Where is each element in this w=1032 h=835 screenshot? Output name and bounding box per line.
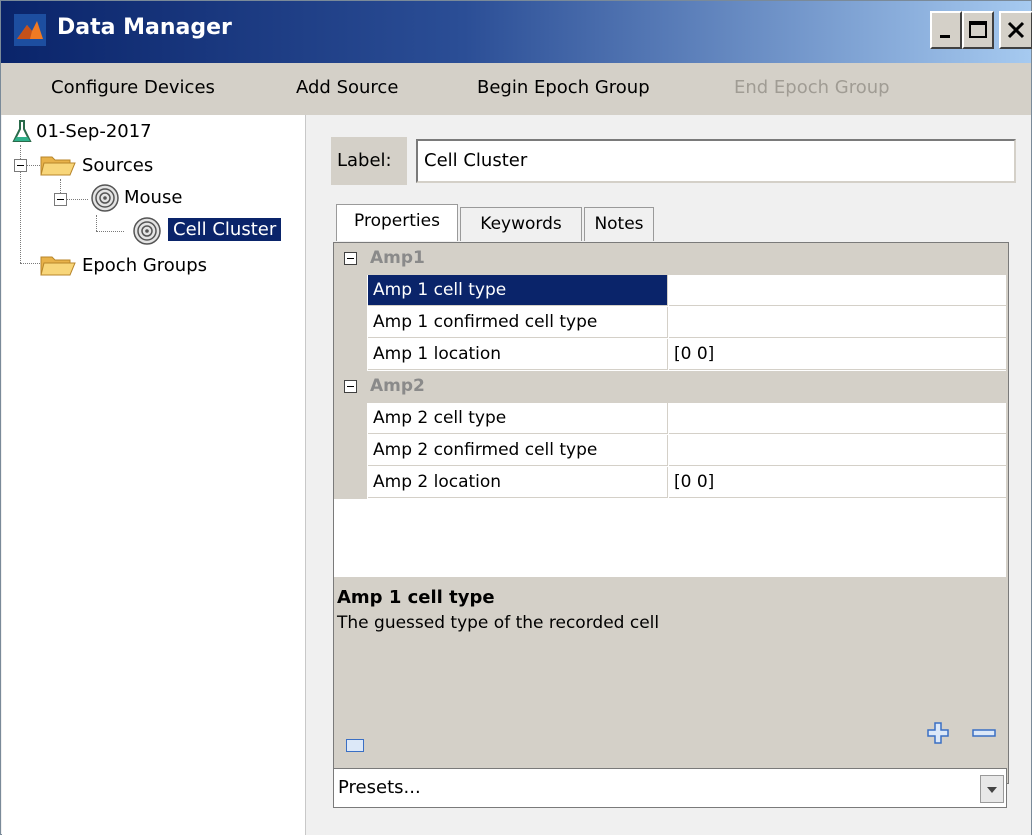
row-gutter [334,435,367,467]
presets-dropdown[interactable]: Presets... [333,768,1007,808]
category-label: Amp1 [370,248,425,268]
property-name: Amp 1 confirmed cell type [368,307,668,338]
tree-connector [66,199,88,200]
property-value[interactable]: [0 0] [669,467,1006,498]
presets-value: Presets... [338,777,421,798]
property-name: Amp 1 cell type [368,275,668,306]
chevron-down-icon[interactable] [980,775,1004,803]
row-gutter [334,307,367,339]
collapse-toggle[interactable] [344,380,357,393]
tree-label-root: 01-Sep-2017 [36,121,152,142]
tab-keywords[interactable]: Keywords [460,207,582,241]
property-name: Amp 2 cell type [368,403,668,434]
folder-icon [40,156,76,176]
property-value[interactable] [669,435,1006,466]
property-name: Amp 1 location [368,339,668,370]
tree-label-cell-cluster: Cell Cluster [166,217,283,242]
property-description: Amp 1 cell type The guessed type of the … [334,577,1006,701]
property-value[interactable] [669,403,1006,434]
keyboard-icon[interactable] [346,739,364,752]
tree-connector [20,263,42,264]
property-grid[interactable]: Amp1 Amp 1 cell type Amp 1 confirmed cel… [334,243,1006,577]
menu-begin-epoch-group[interactable]: Begin Epoch Group [477,77,650,98]
source-tree[interactable]: 01-Sep-2017 Sources Mouse Cell Cluster E… [2,115,306,835]
collapse-toggle[interactable] [14,159,27,172]
properties-panel: Amp1 Amp 1 cell type Amp 1 confirmed cel… [333,242,1009,784]
window-title: Data Manager [57,15,232,40]
menu-configure-devices[interactable]: Configure Devices [51,77,215,98]
matlab-icon [14,14,46,46]
property-row[interactable]: Amp 2 cell type [334,403,1006,435]
collapse-toggle[interactable] [344,252,357,265]
tab-notes[interactable]: Notes [584,207,654,241]
property-row[interactable]: Amp 1 cell type [334,275,1006,307]
property-value[interactable]: [0 0] [669,339,1006,370]
menu-bar: Configure Devices Add Source Begin Epoch… [1,63,1031,115]
tree-connector [96,215,97,231]
property-row[interactable]: Amp 2 location [0 0] [334,467,1006,499]
menu-end-epoch-group: End Epoch Group [734,77,890,98]
spiral-icon [133,217,161,245]
minimize-button[interactable] [930,11,962,49]
data-manager-window: Data Manager Configure Devices Add Sourc… [0,0,1032,835]
folder-icon [40,256,76,276]
property-value[interactable] [669,275,1006,306]
description-text: The guessed type of the recorded cell [337,613,660,633]
close-button[interactable] [999,11,1032,49]
description-title: Amp 1 cell type [337,587,495,608]
collapse-toggle[interactable] [54,193,67,206]
menu-add-source[interactable]: Add Source [296,77,398,98]
row-gutter [334,467,367,499]
title-bar[interactable]: Data Manager [1,1,1032,63]
close-icon [1007,21,1025,39]
row-gutter [334,403,367,435]
row-gutter [334,275,367,307]
tree-label-sources: Sources [82,155,154,176]
plus-icon[interactable] [926,721,950,745]
row-gutter [334,339,367,371]
spiral-icon [91,184,119,212]
property-name: Amp 2 location [368,467,668,498]
minimize-icon [940,35,950,38]
detail-panel: Label: Cell Cluster Properties Keywords … [306,115,1031,835]
maximize-icon [969,21,987,38]
tree-connector [96,231,124,232]
property-row[interactable]: Amp 2 confirmed cell type [334,435,1006,467]
label-caption: Label: [331,137,407,185]
property-name: Amp 2 confirmed cell type [368,435,668,466]
category-label: Amp2 [370,376,425,396]
tree-label-epoch-groups: Epoch Groups [82,255,208,276]
tree-label-mouse: Mouse [124,187,183,208]
maximize-button[interactable] [962,11,994,49]
category-amp1[interactable]: Amp1 [334,243,1006,275]
property-row[interactable]: Amp 1 confirmed cell type [334,307,1006,339]
flask-icon [12,120,32,142]
label-input[interactable]: Cell Cluster [416,139,1016,183]
category-amp2[interactable]: Amp2 [334,371,1006,403]
property-value[interactable] [669,307,1006,338]
property-row[interactable]: Amp 1 location [0 0] [334,339,1006,371]
minus-icon[interactable] [971,721,997,745]
tab-properties[interactable]: Properties [336,204,458,241]
